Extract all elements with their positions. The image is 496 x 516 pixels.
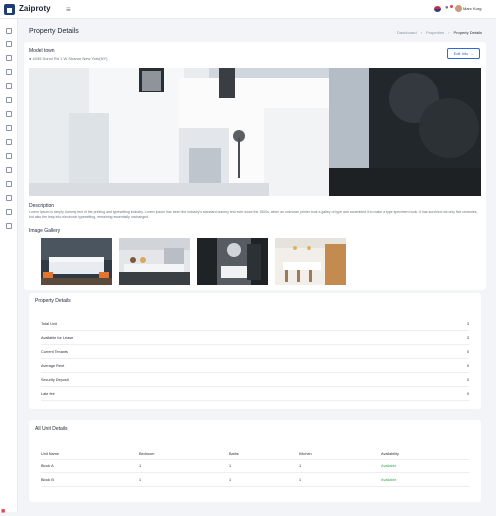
tickets-icon[interactable] xyxy=(6,139,12,145)
dashboard-icon[interactable] xyxy=(6,28,12,34)
description-title: Description xyxy=(29,203,55,209)
unit-details-title: All Unit Details xyxy=(35,426,68,432)
agreements-icon[interactable] xyxy=(6,167,12,173)
property-address-text: 4035 Sonol Rd 1 W Sharon New York(NY) xyxy=(32,56,108,61)
breadcrumb: Dashboard › Properties › Property Details xyxy=(397,30,482,35)
unit-baths: 1 xyxy=(229,464,232,468)
detail-label: Available for Lease xyxy=(41,336,74,340)
detail-row-average-rent: Average Rent 0 xyxy=(41,360,469,373)
detail-label: Security Deposit xyxy=(41,378,69,382)
detail-row-available: Available for Lease 3 xyxy=(41,332,469,345)
column-header: Kitchen xyxy=(299,452,312,456)
sidebar: ■ xyxy=(0,19,18,515)
billing-icon[interactable] xyxy=(6,69,12,75)
detail-row-tenants: Current Tenants 0 xyxy=(41,346,469,359)
settings-icon[interactable] xyxy=(6,209,12,215)
detail-label: Late fee xyxy=(41,392,55,396)
unit-baths: 1 xyxy=(229,478,232,482)
property-address: ● 4035 Sonol Rd 1 W Sharon New York(NY) xyxy=(29,56,107,61)
detail-value: 0 xyxy=(466,378,469,382)
kitchen-image xyxy=(119,238,190,285)
notification-badge xyxy=(450,5,453,8)
column-header: Availability xyxy=(381,452,399,456)
bathroom-image xyxy=(197,238,268,285)
avatar[interactable] xyxy=(455,5,462,12)
table-row[interactable]: Block B 1 1 1 Available xyxy=(41,474,469,487)
gallery-image-bathroom[interactable] xyxy=(197,238,268,285)
detail-label: Current Tenants xyxy=(41,350,68,354)
logout-icon[interactable]: ■ xyxy=(1,508,9,516)
profile-icon[interactable] xyxy=(6,223,12,229)
edit-info-button[interactable]: Edit Info → xyxy=(447,48,480,59)
tenants-icon[interactable] xyxy=(6,55,12,61)
menu-toggle-icon[interactable]: ≡ xyxy=(66,6,73,14)
column-header: Baths xyxy=(229,452,239,456)
detail-label: Total Unit xyxy=(41,322,57,326)
dining-image xyxy=(275,238,346,285)
unit-name: Block B xyxy=(41,478,54,482)
information-icon[interactable] xyxy=(6,111,12,117)
logo-icon[interactable] xyxy=(4,4,15,15)
description-text: Lorem Ipsum is simply dummy text of the … xyxy=(29,210,478,219)
detail-label: Average Rent xyxy=(41,364,65,368)
column-header: Unit Name xyxy=(41,452,59,456)
detail-value: 0 xyxy=(466,392,469,396)
gallery-image-bedroom[interactable] xyxy=(41,238,112,285)
breadcrumb-dashboard[interactable]: Dashboard xyxy=(397,30,417,35)
breadcrumb-current: Property Details xyxy=(453,30,482,35)
detail-row-total-unit: Total Unit 3 xyxy=(41,318,469,331)
table-row[interactable]: Block A 1 1 1 Available xyxy=(41,460,469,473)
unit-bedroom: 1 xyxy=(139,464,142,468)
bedroom-image xyxy=(41,238,112,285)
expenses-icon[interactable] xyxy=(6,83,12,89)
availability-badge: Available xyxy=(381,464,397,468)
unit-table-header: Unit Name Bedroom Baths Kitchen Availabi… xyxy=(41,448,469,460)
gallery-title: Image Gallery xyxy=(29,228,61,234)
house-illustration xyxy=(29,68,481,196)
properties-icon[interactable] xyxy=(6,41,12,47)
column-header: Bedroom xyxy=(139,452,155,456)
documents-icon[interactable] xyxy=(6,97,12,103)
unit-name: Block A xyxy=(41,464,54,468)
detail-value: 0 xyxy=(466,350,469,354)
language-flag-icon[interactable] xyxy=(434,6,441,12)
detail-value: 3 xyxy=(466,336,469,340)
detail-value: 0 xyxy=(466,364,469,368)
gallery-image-kitchen[interactable] xyxy=(119,238,190,285)
reports-icon[interactable] xyxy=(6,195,12,201)
property-hero-image xyxy=(29,68,481,196)
unit-kitchen: 1 xyxy=(299,478,302,482)
notices-icon[interactable] xyxy=(6,153,12,159)
detail-row-late-fee: Late fee 0 xyxy=(41,388,469,401)
top-bar: Zaiproty ≡ ● Marc Kurg xyxy=(0,0,496,19)
page-title: Property Details xyxy=(29,28,79,35)
detail-row-security-deposit: Security Deposit 0 xyxy=(41,374,469,387)
detail-value: 3 xyxy=(466,322,469,326)
property-name: Model town xyxy=(29,48,55,54)
unit-bedroom: 1 xyxy=(139,478,142,482)
bell-icon[interactable]: ● xyxy=(445,5,449,11)
maintenance-icon[interactable] xyxy=(6,125,12,131)
user-name[interactable]: Marc Kurg xyxy=(463,6,481,11)
app-logo-text[interactable]: Zaiproty xyxy=(19,4,51,13)
availability-badge: Available xyxy=(381,478,397,482)
gallery-image-dining[interactable] xyxy=(275,238,346,285)
unit-kitchen: 1 xyxy=(299,464,302,468)
breadcrumb-properties[interactable]: Properties xyxy=(426,30,444,35)
messages-icon[interactable] xyxy=(6,181,12,187)
edit-info-label: Edit Info xyxy=(453,51,469,56)
property-details-title: Property Details xyxy=(35,298,71,304)
